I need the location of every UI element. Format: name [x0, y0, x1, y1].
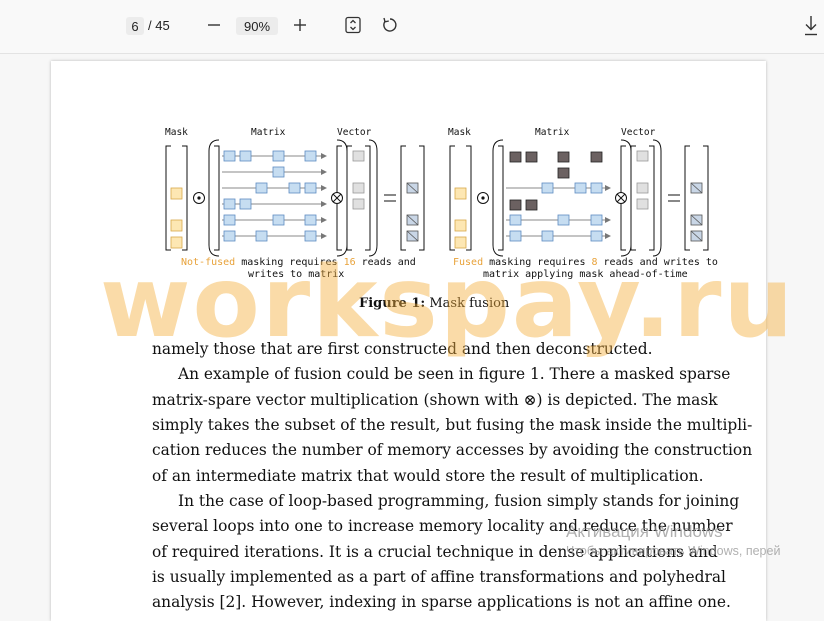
- not-fused-caption-line2: writes to matrix: [248, 269, 345, 280]
- text-line: is usually implemented as a part of affi…: [152, 568, 726, 586]
- sparse-vector: [630, 139, 662, 257]
- equals-icon: [384, 194, 396, 202]
- rotate-button[interactable]: [380, 15, 400, 35]
- odot-operator-icon: [477, 192, 489, 204]
- download-icon: [805, 16, 817, 36]
- text-line: cation reduces the number of memory acce…: [152, 441, 753, 459]
- mask-label: Mask: [448, 127, 471, 138]
- text-line: of required iterations. It is a crucial …: [152, 543, 718, 561]
- pdf-toolbar: 6 / 45 90%: [0, 0, 824, 54]
- fused-caption-line1: Fused masking requires 8 reads and write…: [453, 257, 718, 268]
- mask-vector: [449, 145, 472, 251]
- minus-icon: [208, 24, 220, 26]
- not-fused-highlight: Not-fused: [181, 257, 236, 268]
- fused-highlight: Fused: [453, 257, 484, 268]
- reads-count: 16: [343, 257, 356, 268]
- mask-fusion-figure: Mask Matrix Vector Mask Matrix Vector: [165, 127, 709, 257]
- vector-label: Vector: [337, 127, 372, 138]
- figure-caption-label: Figure 1:: [359, 296, 426, 311]
- fused-caption-line2: matrix applying mask ahead-of-time: [483, 269, 688, 280]
- zoom-out-button[interactable]: [203, 13, 225, 37]
- text-line: analysis [2]. However, indexing in spars…: [152, 593, 731, 611]
- caption-text: masking requires: [235, 257, 344, 268]
- not-fused-caption-line1: Not-fused masking requires 16 reads and: [181, 257, 416, 268]
- zoom-in-button[interactable]: [289, 13, 311, 37]
- mask-vector: [165, 145, 188, 251]
- otimes-operator-icon: [331, 192, 343, 204]
- page-number-value: 6: [131, 18, 139, 34]
- fused-diagram: Mask Matrix Vector: [448, 127, 709, 257]
- caption-text: reads and: [355, 257, 416, 268]
- rotate-icon: [383, 17, 397, 32]
- zoom-level-input[interactable]: 90%: [236, 17, 278, 35]
- caption-text: reads and writes to: [597, 257, 718, 268]
- figure-caption-text: Mask fusion: [429, 296, 510, 311]
- otimes-operator-icon: [615, 192, 627, 204]
- not-fused-diagram: Mask Matrix Vector: [165, 127, 425, 257]
- fit-page-button[interactable]: [343, 15, 363, 35]
- download-button[interactable]: [801, 14, 821, 38]
- sparse-vector: [346, 139, 378, 257]
- caption-text: masking requires: [483, 257, 592, 268]
- vector-label: Vector: [621, 127, 656, 138]
- text-line: An example of fusion could be seen in fi…: [178, 365, 731, 383]
- odot-operator-icon: [193, 192, 205, 204]
- page-number-input[interactable]: 6: [126, 17, 144, 35]
- zoom-level-value: 90%: [243, 18, 271, 34]
- equals-icon: [668, 194, 680, 202]
- mask-label: Mask: [165, 127, 188, 138]
- masked-sparse-matrix: [492, 139, 632, 257]
- fit-page-icon: [345, 16, 361, 34]
- page-total: / 45: [148, 18, 170, 33]
- sparse-matrix: [208, 139, 348, 257]
- figure-caption: Figure 1: Mask fusion: [359, 296, 509, 311]
- plus-icon: [294, 19, 306, 31]
- result-vector: [400, 145, 425, 251]
- text-line: matrix-spare vector multiplication (show…: [152, 391, 718, 409]
- text-line: several loops into one to increase memor…: [152, 517, 733, 535]
- result-vector: [684, 145, 709, 251]
- text-line: simply takes the subset of the result, b…: [152, 416, 753, 434]
- text-line: namely those that are first constructed …: [152, 340, 653, 358]
- text-line: of an intermediate matrix that would sto…: [152, 467, 704, 485]
- pdf-page: Mask Matrix Vector Mask Matrix Vector No…: [51, 61, 766, 621]
- text-line: In the case of loop-based programming, f…: [178, 492, 740, 510]
- matrix-label: Matrix: [535, 127, 570, 138]
- matrix-label: Matrix: [251, 127, 286, 138]
